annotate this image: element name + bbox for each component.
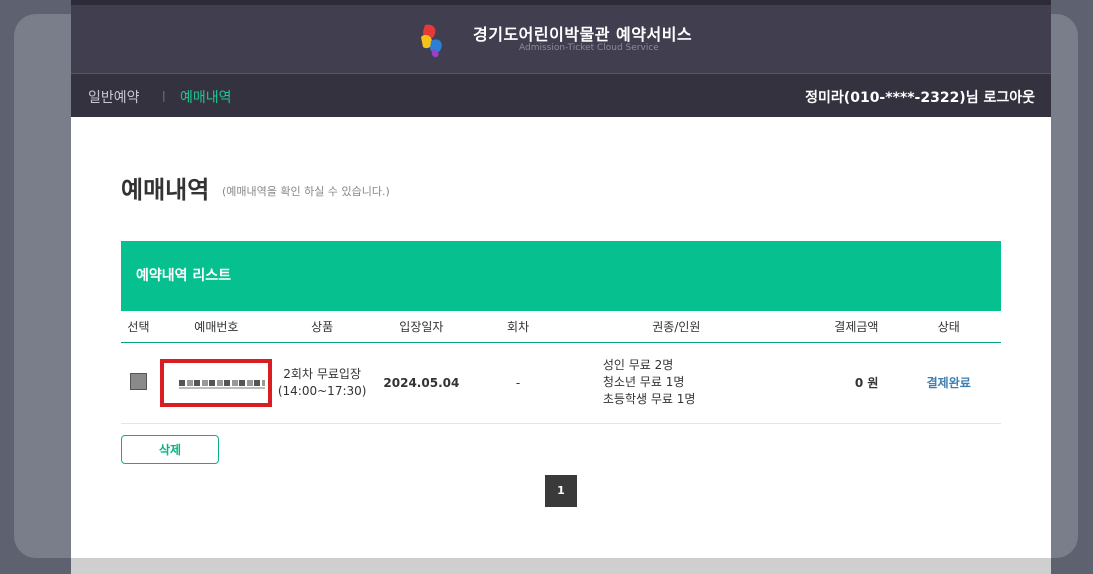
top-nav: 일반예약 | 예매내역 정미라(010-****-2322)님 로그아웃 bbox=[71, 73, 1051, 117]
redacted-underline bbox=[179, 386, 266, 389]
pagination-page-1[interactable]: 1 bbox=[545, 475, 577, 507]
amount-value: 0 원 bbox=[854, 376, 879, 390]
page-container: 경기도어린이박물관 예약서비스 Admission-Ticket Cloud S… bbox=[71, 0, 1051, 574]
product-time: (14:00~17:30) bbox=[277, 383, 367, 398]
round-value: - bbox=[515, 375, 521, 390]
user-area: 정미라(010-****-2322)님 로그아웃 bbox=[805, 87, 1035, 107]
list-title: 예약내역 리스트 bbox=[121, 241, 1001, 311]
site-title: 경기도어린이박물관 예약서비스 bbox=[473, 25, 693, 44]
table-header-row: 선택 예매번호 상품 입장일자 회차 권종/인원 결제금액 상태 bbox=[121, 311, 1001, 342]
nav-reservation-history[interactable]: 예매내역 bbox=[180, 87, 232, 107]
header-top-line bbox=[71, 0, 1051, 5]
site-header: 경기도어린이박물관 예약서비스 Admission-Ticket Cloud S… bbox=[71, 0, 1051, 73]
entry-date: 2024.05.04 bbox=[383, 375, 460, 390]
product-cell: 2회차 무료입장 (14:00~17:30) bbox=[277, 342, 368, 423]
redacted-ticket-number bbox=[179, 379, 266, 386]
nav-separator: | bbox=[162, 89, 166, 102]
people-line-adult: 성인 무료 2명 bbox=[602, 358, 674, 372]
column-header-product: 상품 bbox=[311, 319, 334, 334]
people-line-youth: 청소년 무료 1명 bbox=[602, 375, 685, 389]
column-header-entry-date: 입장일자 bbox=[399, 319, 444, 334]
museum-logo-icon[interactable] bbox=[411, 19, 451, 59]
row-select-checkbox[interactable] bbox=[129, 372, 147, 390]
page-title: 예매내역 bbox=[121, 176, 210, 204]
column-header-amount: 결제금액 bbox=[834, 319, 879, 334]
column-header-select: 선택 bbox=[127, 319, 150, 334]
reservation-list: 예약내역 리스트 선택 예매번호 상품 입장일자 회차 권종/인원 결제금액 상… bbox=[121, 241, 1001, 424]
ticket-type-cell: 성인 무료 2명 청소년 무료 1명 초등학생 무료 1명 bbox=[561, 342, 792, 423]
column-header-ticket-number: 예매번호 bbox=[194, 319, 239, 334]
page-title-note: (예매내역을 확인 하실 수 있습니다.) bbox=[222, 185, 390, 198]
nav-general-reservation[interactable]: 일반예약 bbox=[88, 87, 140, 107]
product-name: 2회차 무료입장 bbox=[283, 366, 361, 381]
ticket-number-cell bbox=[156, 342, 277, 423]
column-header-status: 상태 bbox=[937, 319, 960, 334]
column-header-ticket-type: 권종/인원 bbox=[652, 319, 701, 334]
table-row: 2회차 무료입장 (14:00~17:30) 2024.05.04 - 성인 무… bbox=[121, 342, 1001, 423]
footer-strip bbox=[71, 558, 1051, 574]
select-cell bbox=[121, 342, 156, 423]
reservation-table: 선택 예매번호 상품 입장일자 회차 권종/인원 결제금액 상태 2회차 무료입… bbox=[121, 311, 1001, 424]
people-line-child: 초등학생 무료 1명 bbox=[602, 392, 696, 406]
status-badge: 결제완료 bbox=[926, 376, 971, 390]
column-header-round: 회차 bbox=[507, 319, 530, 334]
site-subtitle: Admission-Ticket Cloud Service bbox=[519, 43, 659, 53]
delete-button[interactable]: 삭제 bbox=[121, 435, 219, 464]
user-name: 정미라(010-****-2322)님 bbox=[805, 90, 979, 106]
logout-link[interactable]: 로그아웃 bbox=[983, 90, 1035, 106]
ticket-number-highlight[interactable] bbox=[160, 358, 273, 407]
